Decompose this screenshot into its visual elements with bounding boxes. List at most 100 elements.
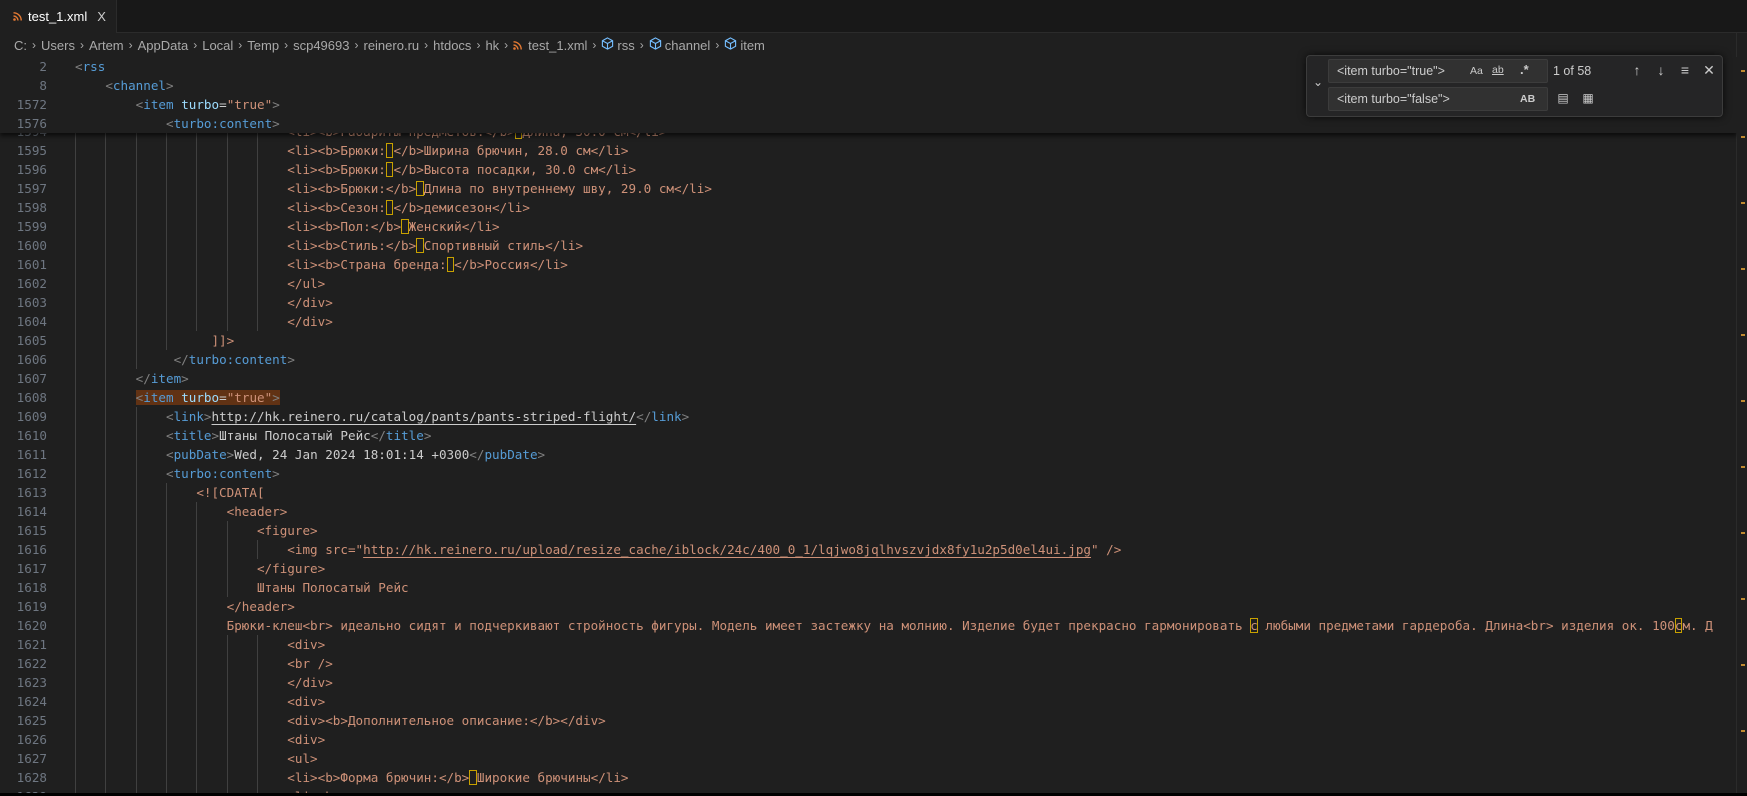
line-text: <title>Штаны Полосатый Рейс</title> (75, 426, 431, 445)
indent-guide (75, 217, 105, 236)
indent-guide (75, 331, 105, 350)
breadcrumb-item[interactable]: reinero.ru (363, 38, 419, 53)
token: </b>Высота посадки, 30.0 см</li> (393, 162, 637, 177)
match-case-toggle[interactable]: Aa (1470, 65, 1483, 77)
token: > (211, 428, 220, 443)
line-text: ]]> (75, 331, 234, 350)
indent-guide (166, 673, 196, 692)
indent-guide (75, 654, 105, 673)
line-number: 8 (39, 78, 47, 93)
breadcrumb-item[interactable]: AppData (138, 38, 189, 53)
breadcrumb-item[interactable]: Local (202, 38, 233, 53)
indent-guide (136, 730, 166, 749)
indent-guide (227, 540, 257, 559)
code-line: 1624 <div> (0, 692, 1737, 711)
toggle-replace-chevron-icon[interactable]: ⌄ (1310, 72, 1326, 92)
code-line: 1595 <li><b>Брюки: </b>Ширина брючин, 28.… (0, 141, 1737, 160)
indent-guide (105, 483, 135, 502)
indent-guide (75, 616, 105, 635)
indent-guide (227, 654, 257, 673)
indent-guide (257, 160, 287, 179)
line-number: 1595 (16, 143, 47, 158)
scrollbar-match-marker (1741, 400, 1745, 402)
token: <ul> (287, 751, 318, 766)
tab-test-1-xml[interactable]: test_1.xml X (0, 0, 117, 33)
close-icon[interactable]: X (97, 9, 106, 24)
regex-toggle[interactable]: .* (1520, 62, 1529, 77)
find-input[interactable]: <item turbo="true"> Aa ab .* (1328, 59, 1548, 83)
indent-guide (166, 749, 196, 768)
code-line: 1603 </div> (0, 293, 1737, 312)
code-line: 1604 </div> (0, 312, 1737, 331)
breadcrumb-file[interactable]: test_1.xml (513, 38, 587, 53)
close-find-icon[interactable]: ✕ (1700, 61, 1718, 79)
indent-guide (166, 711, 196, 730)
indent-guide (196, 236, 226, 255)
chevron-right-icon: › (284, 38, 289, 52)
token: </div> (287, 314, 333, 329)
indent-guide (105, 597, 135, 616)
breadcrumb-item[interactable]: Artem (89, 38, 124, 53)
indent-guide (75, 768, 105, 787)
line-number: 1619 (16, 599, 47, 614)
breadcrumb-symbol[interactable]: rss (601, 37, 635, 53)
indent-guide (166, 692, 196, 711)
token: Спортивный стиль</li> (423, 238, 584, 253)
line-text: <br /> (75, 654, 333, 673)
breadcrumb-item[interactable]: C: (14, 38, 27, 53)
breadcrumb-item[interactable]: Users (41, 38, 75, 53)
indent-guide (166, 502, 196, 521)
chevron-right-icon: › (592, 38, 597, 52)
indent-guide (257, 749, 287, 768)
breadcrumb-item[interactable]: hk (485, 38, 499, 53)
line-text: <link>http://hk.reinero.ru/catalog/pants… (75, 407, 689, 426)
line-text: </div> (75, 673, 333, 692)
indent-guide (105, 160, 135, 179)
indent-guide (136, 293, 166, 312)
indent-guide (75, 312, 105, 331)
match-count: 1 of 58 (1553, 64, 1592, 78)
find-in-selection-icon[interactable]: ≡ (1676, 61, 1694, 79)
indent-guide (136, 711, 166, 730)
whole-word-toggle[interactable]: ab (1492, 64, 1504, 76)
breadcrumb-item[interactable]: scp49693 (293, 38, 349, 53)
link[interactable]: http://hk.reinero.ru/catalog/pants/pants… (212, 409, 637, 424)
breadcrumb-symbol[interactable]: item (724, 37, 765, 53)
line-number: 1608 (16, 390, 47, 405)
replace-one-icon[interactable]: ▤ (1554, 89, 1572, 107)
replace-input[interactable]: <item turbo="false"> AB (1328, 87, 1548, 111)
indent-guide (257, 217, 287, 236)
replace-all-icon[interactable]: ▦ (1579, 89, 1597, 107)
code-editor[interactable]: 1594<li><b>Габариты предметов:</b> Длина… (0, 57, 1737, 793)
scrollbar-match-marker (1741, 334, 1745, 336)
indent-guide (75, 350, 105, 369)
line-text: <![CDATA[ (75, 483, 264, 502)
breadcrumb-item[interactable]: Temp (247, 38, 279, 53)
indent-guide (75, 293, 105, 312)
token: <li><b>Брюки: (287, 143, 386, 158)
symbol-element-icon (601, 37, 614, 53)
find-input-value: <item turbo="true"> (1337, 64, 1445, 78)
token: > (272, 116, 280, 131)
line-number: 1572 (16, 97, 47, 112)
next-match-arrow-down-icon[interactable]: ↓ (1652, 61, 1670, 79)
link[interactable]: http://hk.reinero.ru/upload/resize_cache… (363, 542, 1091, 557)
breadcrumb-symbol[interactable]: channel (649, 37, 710, 53)
token: title (173, 428, 212, 443)
line-number: 1607 (16, 371, 47, 386)
previous-match-arrow-up-icon[interactable]: ↑ (1628, 61, 1646, 79)
token: </ (370, 428, 386, 443)
vertical-scrollbar[interactable] (1737, 33, 1747, 793)
preserve-case-toggle[interactable]: AB (1520, 93, 1535, 105)
chevron-right-icon: › (193, 38, 198, 52)
breadcrumb-item[interactable]: htdocs (433, 38, 471, 53)
indent-guide (75, 369, 105, 388)
line-text: <ul> (75, 749, 318, 768)
indent-guide (257, 673, 287, 692)
indent-guide (196, 559, 226, 578)
line-number: 1603 (16, 295, 47, 310)
indent-guide (166, 255, 196, 274)
scrollbar-match-marker (1741, 532, 1745, 534)
indent-guide (166, 217, 196, 236)
indent-guide (75, 730, 105, 749)
